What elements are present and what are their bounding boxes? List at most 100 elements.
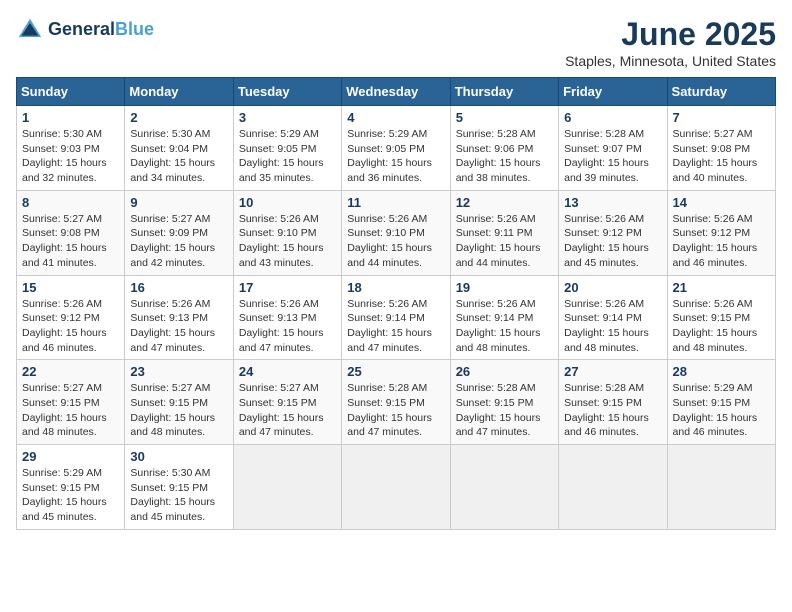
day-info: Sunrise: 5:27 AM Sunset: 9:15 PM Dayligh…	[22, 381, 119, 440]
day-info: Sunrise: 5:29 AM Sunset: 9:15 PM Dayligh…	[22, 466, 119, 525]
table-cell: 10 Sunrise: 5:26 AM Sunset: 9:10 PM Dayl…	[233, 190, 341, 275]
col-wednesday: Wednesday	[342, 78, 450, 106]
table-cell: 17 Sunrise: 5:26 AM Sunset: 9:13 PM Dayl…	[233, 275, 341, 360]
day-number: 2	[130, 110, 227, 125]
calendar-table: Sunday Monday Tuesday Wednesday Thursday…	[16, 77, 776, 530]
table-cell	[559, 445, 667, 530]
day-info: Sunrise: 5:26 AM Sunset: 9:13 PM Dayligh…	[130, 297, 227, 356]
table-cell: 15 Sunrise: 5:26 AM Sunset: 9:12 PM Dayl…	[17, 275, 125, 360]
day-number: 13	[564, 195, 661, 210]
table-cell: 25 Sunrise: 5:28 AM Sunset: 9:15 PM Dayl…	[342, 360, 450, 445]
table-cell: 19 Sunrise: 5:26 AM Sunset: 9:14 PM Dayl…	[450, 275, 558, 360]
day-number: 24	[239, 364, 336, 379]
logo-icon	[16, 16, 44, 44]
day-number: 8	[22, 195, 119, 210]
day-info: Sunrise: 5:28 AM Sunset: 9:15 PM Dayligh…	[347, 381, 444, 440]
day-info: Sunrise: 5:29 AM Sunset: 9:15 PM Dayligh…	[673, 381, 770, 440]
day-number: 27	[564, 364, 661, 379]
day-number: 16	[130, 280, 227, 295]
day-number: 21	[673, 280, 770, 295]
table-cell: 18 Sunrise: 5:26 AM Sunset: 9:14 PM Dayl…	[342, 275, 450, 360]
col-monday: Monday	[125, 78, 233, 106]
day-number: 20	[564, 280, 661, 295]
day-number: 11	[347, 195, 444, 210]
day-info: Sunrise: 5:29 AM Sunset: 9:05 PM Dayligh…	[347, 127, 444, 186]
day-info: Sunrise: 5:26 AM Sunset: 9:10 PM Dayligh…	[239, 212, 336, 271]
day-info: Sunrise: 5:28 AM Sunset: 9:15 PM Dayligh…	[564, 381, 661, 440]
day-number: 17	[239, 280, 336, 295]
day-info: Sunrise: 5:29 AM Sunset: 9:05 PM Dayligh…	[239, 127, 336, 186]
day-number: 23	[130, 364, 227, 379]
day-number: 15	[22, 280, 119, 295]
table-cell: 30 Sunrise: 5:30 AM Sunset: 9:15 PM Dayl…	[125, 445, 233, 530]
table-cell: 9 Sunrise: 5:27 AM Sunset: 9:09 PM Dayli…	[125, 190, 233, 275]
day-info: Sunrise: 5:27 AM Sunset: 9:15 PM Dayligh…	[130, 381, 227, 440]
table-cell: 5 Sunrise: 5:28 AM Sunset: 9:06 PM Dayli…	[450, 106, 558, 191]
day-info: Sunrise: 5:28 AM Sunset: 9:06 PM Dayligh…	[456, 127, 553, 186]
day-number: 12	[456, 195, 553, 210]
day-info: Sunrise: 5:26 AM Sunset: 9:15 PM Dayligh…	[673, 297, 770, 356]
day-info: Sunrise: 5:28 AM Sunset: 9:15 PM Dayligh…	[456, 381, 553, 440]
table-cell: 29 Sunrise: 5:29 AM Sunset: 9:15 PM Dayl…	[17, 445, 125, 530]
day-number: 28	[673, 364, 770, 379]
day-number: 6	[564, 110, 661, 125]
table-cell: 27 Sunrise: 5:28 AM Sunset: 9:15 PM Dayl…	[559, 360, 667, 445]
table-cell: 24 Sunrise: 5:27 AM Sunset: 9:15 PM Dayl…	[233, 360, 341, 445]
table-cell: 14 Sunrise: 5:26 AM Sunset: 9:12 PM Dayl…	[667, 190, 775, 275]
table-cell	[450, 445, 558, 530]
day-info: Sunrise: 5:26 AM Sunset: 9:14 PM Dayligh…	[347, 297, 444, 356]
day-info: Sunrise: 5:30 AM Sunset: 9:04 PM Dayligh…	[130, 127, 227, 186]
day-info: Sunrise: 5:26 AM Sunset: 9:12 PM Dayligh…	[22, 297, 119, 356]
col-friday: Friday	[559, 78, 667, 106]
table-cell: 28 Sunrise: 5:29 AM Sunset: 9:15 PM Dayl…	[667, 360, 775, 445]
day-number: 5	[456, 110, 553, 125]
day-number: 14	[673, 195, 770, 210]
col-tuesday: Tuesday	[233, 78, 341, 106]
table-cell: 12 Sunrise: 5:26 AM Sunset: 9:11 PM Dayl…	[450, 190, 558, 275]
day-info: Sunrise: 5:26 AM Sunset: 9:10 PM Dayligh…	[347, 212, 444, 271]
table-cell: 1 Sunrise: 5:30 AM Sunset: 9:03 PM Dayli…	[17, 106, 125, 191]
table-cell: 22 Sunrise: 5:27 AM Sunset: 9:15 PM Dayl…	[17, 360, 125, 445]
day-info: Sunrise: 5:26 AM Sunset: 9:13 PM Dayligh…	[239, 297, 336, 356]
calendar-header-row: Sunday Monday Tuesday Wednesday Thursday…	[17, 78, 776, 106]
day-info: Sunrise: 5:27 AM Sunset: 9:15 PM Dayligh…	[239, 381, 336, 440]
table-cell: 23 Sunrise: 5:27 AM Sunset: 9:15 PM Dayl…	[125, 360, 233, 445]
table-cell: 2 Sunrise: 5:30 AM Sunset: 9:04 PM Dayli…	[125, 106, 233, 191]
day-number: 22	[22, 364, 119, 379]
day-number: 18	[347, 280, 444, 295]
day-info: Sunrise: 5:26 AM Sunset: 9:11 PM Dayligh…	[456, 212, 553, 271]
day-number: 1	[22, 110, 119, 125]
table-cell: 20 Sunrise: 5:26 AM Sunset: 9:14 PM Dayl…	[559, 275, 667, 360]
col-thursday: Thursday	[450, 78, 558, 106]
day-number: 9	[130, 195, 227, 210]
table-cell: 11 Sunrise: 5:26 AM Sunset: 9:10 PM Dayl…	[342, 190, 450, 275]
day-info: Sunrise: 5:26 AM Sunset: 9:12 PM Dayligh…	[673, 212, 770, 271]
table-cell: 4 Sunrise: 5:29 AM Sunset: 9:05 PM Dayli…	[342, 106, 450, 191]
col-sunday: Sunday	[17, 78, 125, 106]
table-cell: 7 Sunrise: 5:27 AM Sunset: 9:08 PM Dayli…	[667, 106, 775, 191]
table-cell: 13 Sunrise: 5:26 AM Sunset: 9:12 PM Dayl…	[559, 190, 667, 275]
logo: GeneralBlue	[16, 16, 154, 44]
day-number: 3	[239, 110, 336, 125]
day-number: 10	[239, 195, 336, 210]
day-number: 26	[456, 364, 553, 379]
day-number: 4	[347, 110, 444, 125]
table-cell: 21 Sunrise: 5:26 AM Sunset: 9:15 PM Dayl…	[667, 275, 775, 360]
table-cell: 8 Sunrise: 5:27 AM Sunset: 9:08 PM Dayli…	[17, 190, 125, 275]
day-info: Sunrise: 5:28 AM Sunset: 9:07 PM Dayligh…	[564, 127, 661, 186]
title-area: June 2025 Staples, Minnesota, United Sta…	[565, 16, 776, 69]
day-info: Sunrise: 5:27 AM Sunset: 9:08 PM Dayligh…	[22, 212, 119, 271]
col-saturday: Saturday	[667, 78, 775, 106]
day-number: 30	[130, 449, 227, 464]
day-number: 25	[347, 364, 444, 379]
day-info: Sunrise: 5:30 AM Sunset: 9:03 PM Dayligh…	[22, 127, 119, 186]
table-cell: 6 Sunrise: 5:28 AM Sunset: 9:07 PM Dayli…	[559, 106, 667, 191]
table-cell	[342, 445, 450, 530]
main-title: June 2025	[565, 16, 776, 53]
day-info: Sunrise: 5:26 AM Sunset: 9:14 PM Dayligh…	[456, 297, 553, 356]
day-number: 19	[456, 280, 553, 295]
table-cell	[667, 445, 775, 530]
day-info: Sunrise: 5:27 AM Sunset: 9:08 PM Dayligh…	[673, 127, 770, 186]
day-info: Sunrise: 5:26 AM Sunset: 9:14 PM Dayligh…	[564, 297, 661, 356]
day-number: 29	[22, 449, 119, 464]
